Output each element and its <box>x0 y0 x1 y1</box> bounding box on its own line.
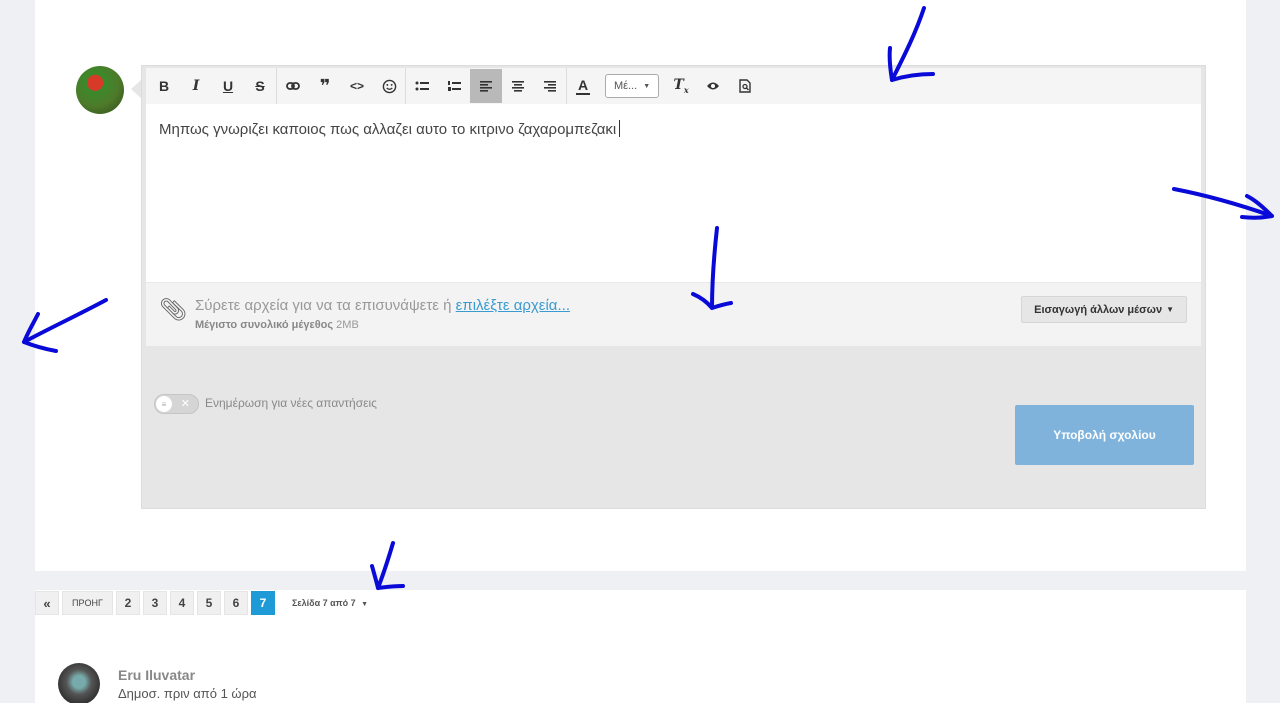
paperclip-icon: 📎︎ <box>159 297 187 322</box>
notify-label: Ενημέρωση για νέες απαντήσεις <box>205 396 377 410</box>
align-right-icon <box>544 80 556 92</box>
comment-editor: B I U S ❞ <> A Μέ... ▼ Tx Μηπως γνωριζει… <box>141 65 1206 509</box>
first-page-button[interactable]: « <box>35 591 59 615</box>
document-search-icon <box>739 79 751 93</box>
underline-button[interactable]: U <box>212 69 244 103</box>
notify-toggle[interactable]: ≡ ✕ <box>154 394 199 414</box>
align-right-button[interactable] <box>534 69 566 103</box>
post-time: Δημοσ. πριν από 1 ώρα <box>118 686 257 701</box>
font-size-select[interactable]: Μέ... ▼ <box>605 74 659 98</box>
page-jump-dropdown[interactable]: Σελίδα 7 από 7 ▼ <box>292 598 368 608</box>
page-button[interactable]: 2 <box>115 591 140 615</box>
numbered-list-button[interactable] <box>438 69 470 103</box>
source-preview-button[interactable] <box>729 69 761 103</box>
code-button[interactable]: <> <box>341 69 373 103</box>
choose-files-link[interactable]: επιλέξτε αρχεία... <box>456 297 570 314</box>
prev-page-button[interactable]: ΠΡΟΗΓ <box>62 591 113 615</box>
attachment-area[interactable]: 📎︎ Σύρετε αρχεία για να τα επισυνάψετε ή… <box>146 282 1201 346</box>
caret-down-icon: ▼ <box>361 601 369 608</box>
font-color-swatch <box>576 92 590 95</box>
current-page-button[interactable]: 7 <box>250 591 275 615</box>
quote-button[interactable]: ❞ <box>309 69 341 103</box>
font-color-icon: A <box>577 76 589 93</box>
author-name[interactable]: Eru Iluvatar <box>118 667 195 683</box>
page-count-label: Σελίδα 7 από 7 <box>291 598 356 608</box>
link-icon <box>286 82 300 90</box>
comment-text: Μηπως γνωριζει καποιος πως αλλαζει αυτο … <box>159 121 617 138</box>
caret-down-icon: ▼ <box>1166 305 1174 314</box>
editor-toolbar: B I U S ❞ <> A Μέ... ▼ Tx <box>146 68 1201 104</box>
attachment-drop-text: Σύρετε αρχεία για να τα επισυνάψετε ή επ… <box>195 297 570 314</box>
text-cursor <box>619 120 621 137</box>
page-button[interactable]: 3 <box>142 591 167 615</box>
toggle-knob-icon: ≡ <box>156 396 172 412</box>
bold-button[interactable]: B <box>148 69 180 103</box>
submit-comment-button[interactable]: Υποβολή σχολίου <box>1015 405 1194 465</box>
italic-button[interactable]: I <box>180 69 212 103</box>
smiley-icon <box>382 79 396 93</box>
pagination: « ΠΡΟΗΓ 2 3 4 5 6 7 Σελίδα 7 από 7 ▼ <box>35 590 368 616</box>
max-size-value: 2MB <box>336 319 359 331</box>
page-button[interactable]: 6 <box>223 591 248 615</box>
font-size-value: Μέ... <box>614 80 638 92</box>
italic-icon: I <box>192 78 200 94</box>
max-size-info: Μέγιστο συνολικό μέγεθος 2MB <box>195 319 359 331</box>
clear-format-button[interactable]: Tx <box>665 69 697 103</box>
font-color-button[interactable]: A <box>567 69 599 103</box>
align-left-button[interactable] <box>470 69 502 103</box>
comment-text-area[interactable]: Μηπως γνωριζει καποιος πως αλλαζει αυτο … <box>146 104 1201 282</box>
quote-icon: ❞ <box>319 75 331 96</box>
page-button[interactable]: 4 <box>169 591 194 615</box>
strikethrough-button[interactable]: S <box>244 69 276 103</box>
insert-media-label: Εισαγωγή άλλων μέσων <box>1034 303 1163 316</box>
preview-button[interactable] <box>697 69 729 103</box>
strikethrough-icon: S <box>255 78 265 94</box>
max-size-label: Μέγιστο συνολικό μέγεθος <box>195 319 334 331</box>
numbered-list-icon <box>448 81 461 91</box>
toggle-off-icon: ✕ <box>180 398 190 410</box>
link-button[interactable] <box>277 69 309 103</box>
chevron-down-icon: ▼ <box>643 82 651 90</box>
bullet-list-button[interactable] <box>406 69 438 103</box>
align-left-icon <box>480 80 492 92</box>
align-center-button[interactable] <box>502 69 534 103</box>
page-button[interactable]: 5 <box>196 591 221 615</box>
drop-instructions: Σύρετε αρχεία για να τα επισυνάψετε ή <box>195 297 456 314</box>
align-center-icon <box>512 80 524 92</box>
insert-media-button[interactable]: Εισαγωγή άλλων μέσων ▼ <box>1021 296 1187 323</box>
underline-icon: U <box>222 78 234 94</box>
eye-icon <box>707 82 719 90</box>
clear-format-icon: Tx <box>673 77 689 95</box>
author-avatar[interactable] <box>58 663 100 703</box>
emoji-button[interactable] <box>373 69 405 103</box>
code-icon: <> <box>349 79 364 93</box>
bullet-list-icon <box>415 81 429 91</box>
user-avatar[interactable] <box>76 66 124 114</box>
